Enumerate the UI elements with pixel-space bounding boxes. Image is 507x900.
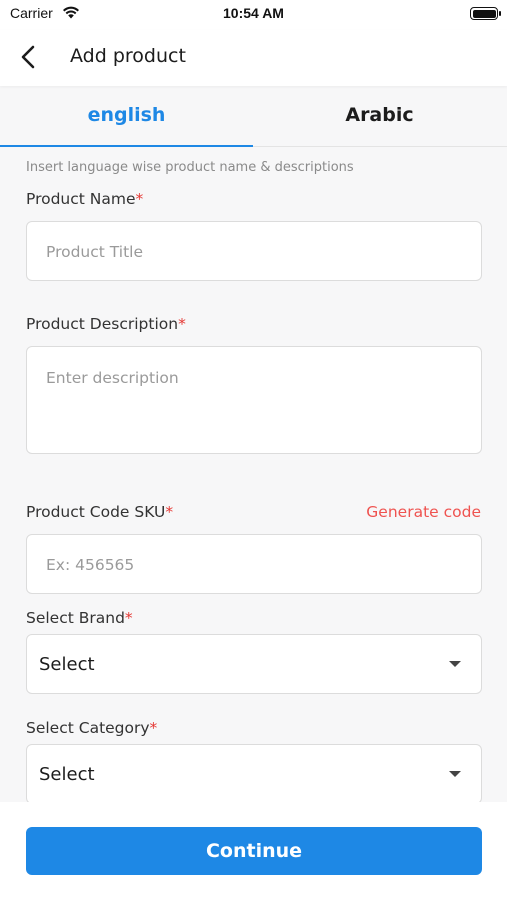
footer-bar: Continue (0, 802, 507, 900)
app-header: Add product (0, 30, 507, 86)
tabs-divider (253, 146, 507, 147)
product-description-textarea[interactable]: Enter description (26, 346, 482, 454)
required-mark: * (149, 719, 158, 737)
brand-label: Select Brand* (26, 609, 133, 627)
category-select[interactable]: Select (26, 744, 482, 804)
status-bar: Carrier 10:54 AM (0, 0, 507, 30)
required-mark: * (124, 609, 133, 627)
product-name-label: Product Name* (26, 190, 144, 208)
product-description-placeholder: Enter description (46, 369, 179, 387)
dropdown-caret-icon (449, 771, 461, 777)
brand-select-value: Select (39, 654, 95, 675)
dropdown-caret-icon (449, 661, 461, 667)
sku-input[interactable]: Ex: 456565 (26, 534, 482, 594)
sku-placeholder: Ex: 456565 (46, 556, 135, 574)
back-arrow-icon[interactable] (16, 43, 42, 71)
tab-arabic[interactable]: Arabic (253, 86, 506, 148)
continue-button[interactable]: Continue (26, 827, 482, 875)
active-tab-indicator (0, 145, 253, 147)
category-select-value: Select (39, 764, 95, 785)
required-mark: * (135, 190, 144, 208)
category-label: Select Category* (26, 719, 158, 737)
brand-select[interactable]: Select (26, 634, 482, 694)
sku-label: Product Code SKU* (26, 503, 174, 521)
page-title: Add product (70, 45, 186, 67)
language-hint: Insert language wise product name & desc… (26, 160, 354, 175)
clock: 10:54 AM (223, 5, 284, 21)
required-mark: * (178, 315, 186, 333)
language-tabs: english Arabic (0, 86, 507, 148)
product-name-placeholder: Product Title (46, 243, 143, 261)
product-name-input[interactable]: Product Title (26, 221, 482, 281)
battery-icon (470, 7, 501, 20)
tab-english[interactable]: english (0, 86, 253, 148)
product-description-label: Product Description* (26, 315, 186, 333)
generate-code-link[interactable]: Generate code (366, 503, 481, 521)
required-mark: * (165, 503, 174, 521)
